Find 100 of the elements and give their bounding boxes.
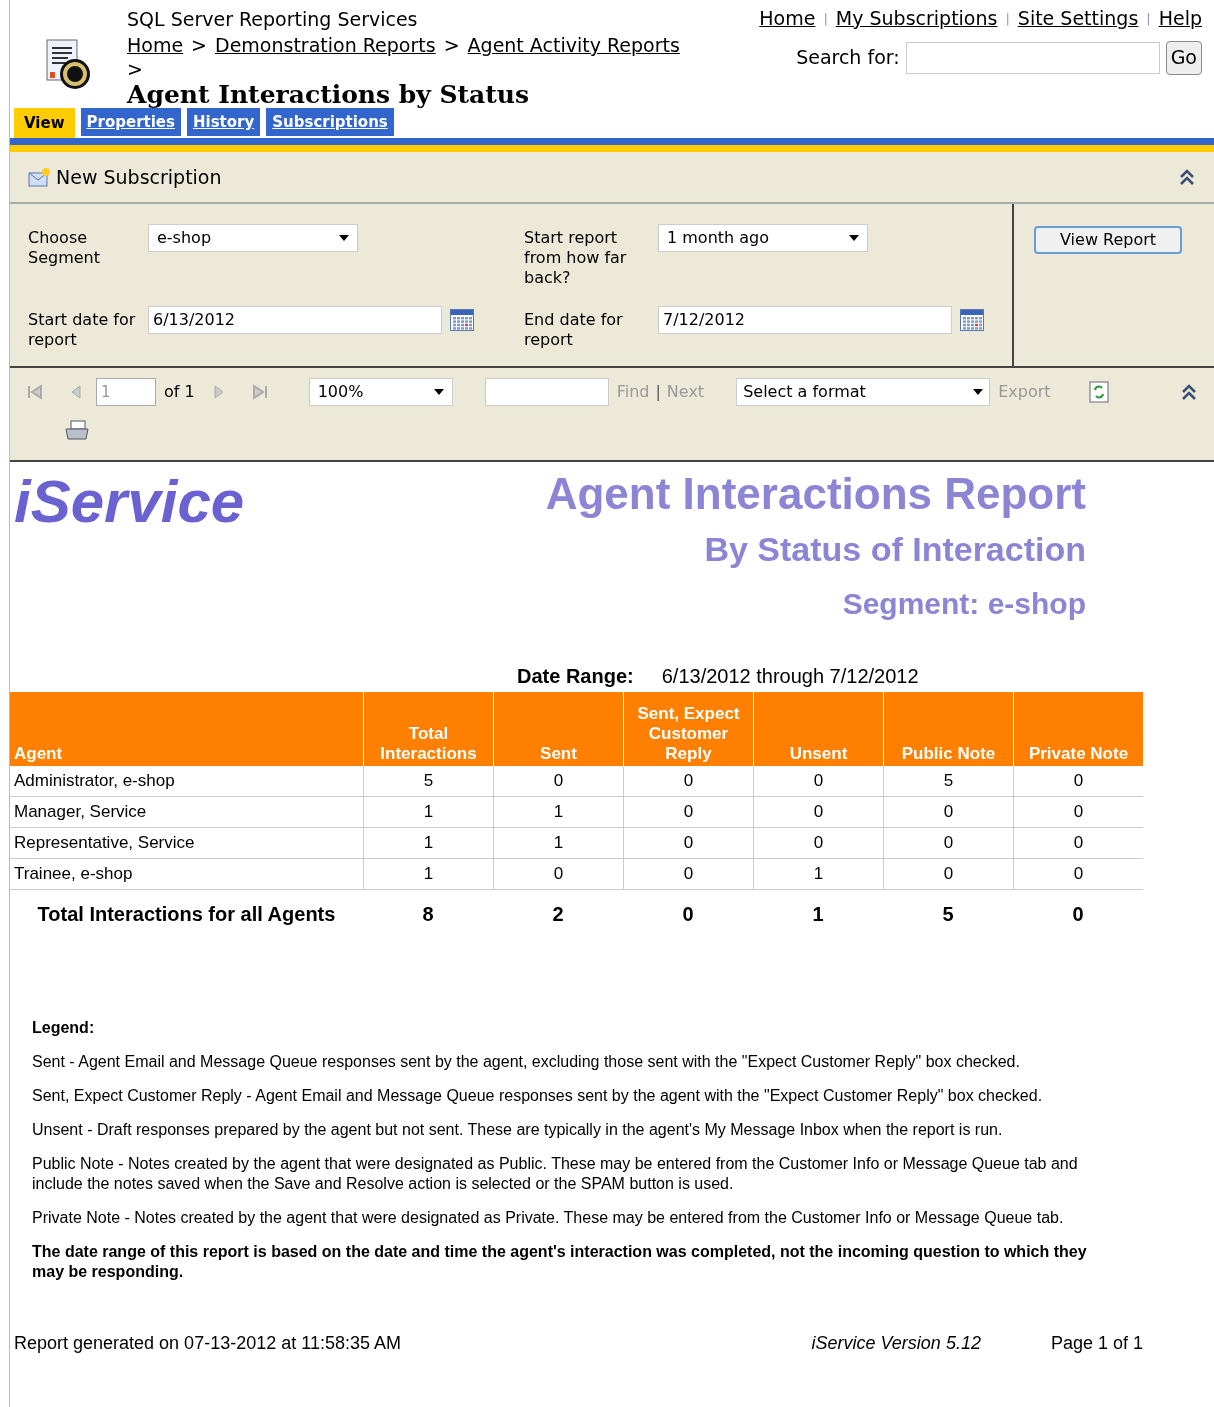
printer-icon[interactable] bbox=[64, 420, 90, 442]
column-header: Private Note bbox=[1013, 692, 1143, 766]
date-range-value: 6/13/2012 through 7/12/2012 bbox=[661, 664, 919, 689]
tab[interactable]: Subscriptions bbox=[266, 108, 394, 136]
parameter-label: Start report from how far back? bbox=[524, 227, 628, 288]
iservice-logo: iService bbox=[14, 468, 245, 535]
refresh-icon[interactable] bbox=[1088, 381, 1109, 403]
envelope-icon bbox=[28, 166, 52, 188]
segment-heading: Segment: e-shop bbox=[842, 586, 1086, 622]
table-cell: 1 bbox=[493, 797, 623, 827]
top-nav-link[interactable]: Site Settings bbox=[1017, 4, 1139, 33]
report-note: The date range of this report is based on the date and time the agent's interaction was completed, not the incoming question to which they may be responding. bbox=[32, 1242, 1088, 1282]
view-report-button[interactable]: View Report bbox=[1034, 226, 1183, 254]
column-header: Total Interactions bbox=[363, 692, 493, 766]
table-cell: 0 bbox=[753, 828, 883, 858]
legend-entry: Sent, Expect Customer Reply - Agent Email and Message Queue responses sent by the agent with the "Expect Customer Reply" box checked. bbox=[32, 1086, 1044, 1106]
column-header: Unsent bbox=[753, 692, 883, 766]
table-cell-text: Trainee, e-shop bbox=[13, 863, 134, 886]
table-cell: 0 bbox=[883, 859, 1013, 889]
tab[interactable]: Properties bbox=[80, 108, 181, 136]
find-field[interactable] bbox=[484, 378, 609, 406]
column-header: Agent bbox=[13, 743, 64, 765]
legend-entry: Public Note - Notes created by the agent that were designated as Public. These may be entered from the Customer Info or Message Queue tab and include the notes saved when the Save and Resolve action is selected or the SPAM button is used. bbox=[32, 1154, 1079, 1194]
report-title: Agent Interactions Report bbox=[545, 468, 1086, 520]
breadcrumb-link[interactable]: Home bbox=[127, 32, 184, 58]
table-cell: 1 bbox=[363, 797, 493, 827]
breadcrumb-separator: > bbox=[443, 33, 460, 58]
date-field[interactable]: 6/13/2012 bbox=[148, 306, 442, 334]
dropdown-caret-icon bbox=[339, 235, 349, 241]
version-label: iService Version 5.12 bbox=[811, 1332, 981, 1355]
table-cell: 0 bbox=[623, 797, 753, 827]
table-cell: 0 bbox=[623, 828, 753, 858]
total-cell-text: 0 bbox=[681, 902, 695, 927]
dropdown-caret-icon bbox=[849, 235, 859, 241]
parameter-label: Choose Segment bbox=[28, 227, 101, 268]
tab[interactable]: View bbox=[14, 108, 75, 138]
table-cell: 0 bbox=[623, 859, 753, 889]
legend-entry: Private Note - Notes created by the agent that were designated as Private. These may be entered from the Customer Info or Message Queue tab. bbox=[32, 1208, 1065, 1228]
link-separator: | bbox=[1005, 9, 1010, 28]
report-subtitle: By Status of Interaction bbox=[704, 529, 1086, 570]
table-cell-text: Representative, Service bbox=[13, 832, 196, 855]
parameter-select[interactable]: e-shop bbox=[148, 224, 358, 252]
table-cell: 0 bbox=[493, 766, 623, 796]
table-cell: 0 bbox=[883, 828, 1013, 858]
table-cell: 0 bbox=[753, 766, 883, 796]
table-cell: 0 bbox=[1013, 828, 1143, 858]
total-cell-text: 1 bbox=[811, 902, 825, 927]
top-nav-link[interactable]: Home bbox=[759, 4, 816, 33]
breadcrumb-separator: > bbox=[191, 33, 208, 58]
parameter-select[interactable]: 1 month ago bbox=[658, 224, 868, 252]
dropdown-caret-icon bbox=[433, 389, 444, 395]
page-indicator: Page 1 of 1 bbox=[1050, 1332, 1143, 1355]
table-cell: 0 bbox=[1013, 859, 1143, 889]
go-button[interactable]: Go bbox=[1165, 40, 1202, 75]
column-header: Sent bbox=[493, 692, 623, 766]
page-title: Agent Interactions by Status bbox=[127, 80, 531, 110]
link-separator: | bbox=[655, 381, 661, 403]
collapse-icon[interactable] bbox=[1180, 383, 1198, 401]
column-header: Sent, Expect Customer Reply bbox=[623, 692, 753, 766]
column-header: Public Note bbox=[883, 692, 1013, 766]
table-cell: 0 bbox=[1013, 766, 1143, 796]
date-range-label: Date Range: bbox=[517, 664, 634, 689]
table-cell: 0 bbox=[883, 797, 1013, 827]
top-nav-link[interactable]: My Subscriptions bbox=[835, 4, 998, 33]
calendar-icon[interactable] bbox=[450, 309, 474, 331]
table-cell: 1 bbox=[493, 828, 623, 858]
total-cell-text: 8 bbox=[421, 902, 435, 927]
parameter-label: End date for report bbox=[524, 309, 624, 350]
legend-entry: Unsent - Draft responses prepared by the agent but not sent. These are typically in the agent's My Message Inbox when the report is run. bbox=[32, 1120, 1004, 1140]
tab[interactable]: History bbox=[186, 108, 261, 136]
export-format-select[interactable]: Select a format bbox=[736, 378, 991, 406]
table-cell: 5 bbox=[363, 766, 493, 796]
search-label: Search for: bbox=[796, 45, 900, 71]
legend-title: Legend: bbox=[32, 1018, 96, 1038]
app-title: SQL Server Reporting Services bbox=[127, 7, 419, 32]
breadcrumb-separator: > bbox=[127, 58, 143, 80]
dropdown-caret-icon bbox=[973, 389, 984, 395]
zoom-select[interactable]: 100% bbox=[308, 378, 453, 406]
table-cell-text: Manager, Service bbox=[13, 801, 148, 824]
total-cell-text: 0 bbox=[1071, 902, 1085, 927]
link-separator: | bbox=[1146, 9, 1151, 28]
date-field[interactable]: 7/12/2012 bbox=[658, 306, 952, 334]
collapse-icon[interactable] bbox=[1178, 168, 1196, 186]
table-cell: 0 bbox=[493, 859, 623, 889]
calendar-icon[interactable] bbox=[960, 309, 984, 331]
table-cell: 1 bbox=[753, 859, 883, 889]
total-cell-text: Total Interactions for all Agents bbox=[36, 902, 337, 927]
page-count: of 1 bbox=[164, 381, 195, 403]
total-cell-text: 2 bbox=[551, 902, 565, 927]
top-nav-link[interactable]: Help bbox=[1158, 4, 1202, 33]
breadcrumb-link[interactable]: Demonstration Reports bbox=[215, 32, 436, 58]
table-cell-text: Administrator, e-shop bbox=[13, 770, 176, 793]
breadcrumb-link[interactable]: Agent Activity Reports bbox=[467, 32, 680, 58]
new-subscription-link[interactable]: New Subscription bbox=[56, 162, 222, 192]
generated-timestamp: Report generated on 07-13-2012 at 11:58:35 AM bbox=[14, 1332, 401, 1355]
table-cell: 1 bbox=[363, 859, 493, 889]
table-cell: 0 bbox=[1013, 797, 1143, 827]
parameter-label: Start date for report bbox=[28, 309, 137, 350]
table-cell: 1 bbox=[363, 828, 493, 858]
search-field[interactable] bbox=[905, 41, 1160, 74]
